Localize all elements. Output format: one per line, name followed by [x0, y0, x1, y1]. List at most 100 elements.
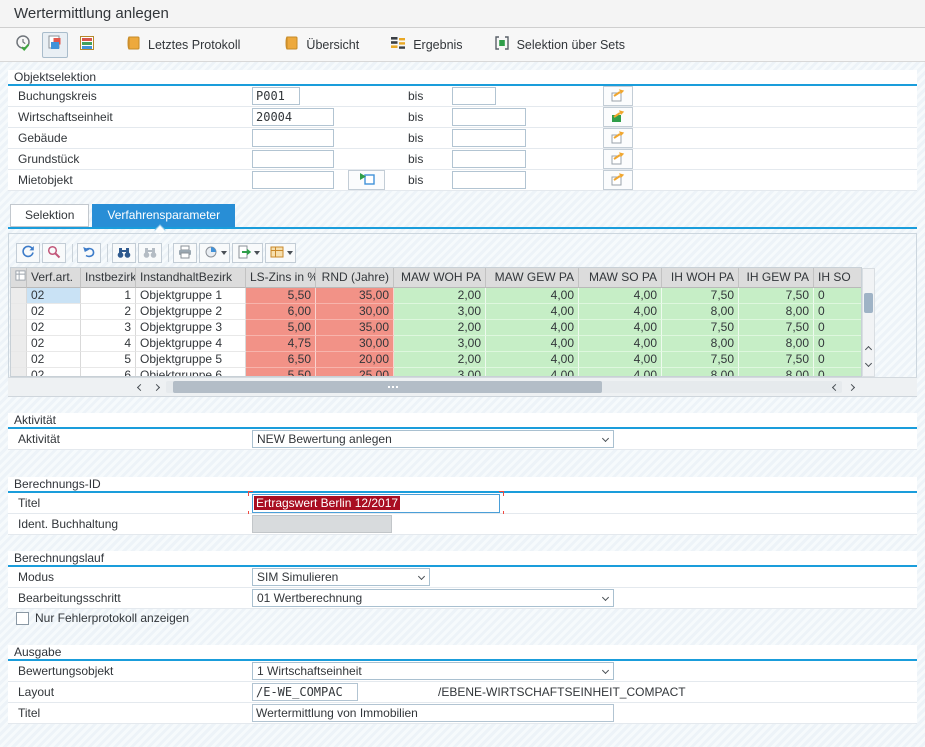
row-selector[interactable] [11, 336, 27, 352]
scroll-right-button[interactable] [149, 381, 163, 394]
cell[interactable]: 8,00 [662, 368, 739, 377]
cell[interactable]: 0 [814, 288, 862, 304]
column-header[interactable]: LS-Zins in % [246, 268, 316, 288]
column-header[interactable]: MAW GEW PA [486, 268, 579, 288]
scroll-right-button-secondary[interactable] [844, 381, 858, 394]
wirtschaftseinheit-bis-input[interactable] [452, 108, 526, 126]
column-header[interactable]: IH WOH PA [662, 268, 739, 288]
cell[interactable]: 4,00 [579, 352, 662, 368]
buchungskreis-input[interactable]: P001 [252, 87, 300, 105]
cell[interactable]: 5,50 [246, 368, 316, 377]
buchungskreis-bis-input[interactable] [452, 87, 496, 105]
nur-fehlerprotokoll-checkbox[interactable] [16, 612, 29, 625]
table-vertical-scrollbar[interactable] [862, 268, 875, 377]
layout-menu-button[interactable] [265, 243, 296, 263]
cell[interactable]: 7,50 [739, 320, 814, 336]
table-row[interactable]: 02 2 Objektgruppe 2 6,00 30,00 3,00 4,00… [11, 304, 861, 320]
cell[interactable]: 4,00 [579, 336, 662, 352]
mietobjekt-multiselect-button[interactable] [603, 170, 633, 190]
column-header[interactable]: MAW SO PA [579, 268, 662, 288]
cell[interactable]: 7,50 [739, 288, 814, 304]
get-variant-button[interactable] [42, 32, 68, 58]
cell[interactable]: 0 [814, 320, 862, 336]
letztes-protokoll-button[interactable]: Letztes Protokoll [118, 32, 246, 58]
cell[interactable]: 7,50 [662, 288, 739, 304]
cell[interactable]: Objektgruppe 5 [136, 352, 246, 368]
tab-verfahrensparameter[interactable]: Verfahrensparameter [92, 204, 235, 227]
ausgabe-titel-input[interactable]: Wertermittlung von Immobilien [252, 704, 614, 722]
cell[interactable]: 20,00 [316, 352, 394, 368]
row-selector[interactable] [11, 320, 27, 336]
cell[interactable]: 02 [27, 288, 81, 304]
horizontal-scrollbar-thumb[interactable] [173, 381, 602, 393]
cell[interactable]: 7,50 [739, 352, 814, 368]
views-menu-button[interactable] [199, 243, 230, 263]
gebaeude-multiselect-button[interactable] [603, 128, 633, 148]
cell[interactable]: 1 [81, 288, 136, 304]
bearbeitungsschritt-select[interactable]: 01 Wertberechnung [252, 589, 614, 607]
cell[interactable]: 6 [81, 368, 136, 377]
column-header[interactable]: IH GEW PA [739, 268, 814, 288]
row-selector[interactable] [11, 368, 27, 377]
find-button[interactable] [112, 243, 136, 263]
column-header[interactable]: IH SO [814, 268, 862, 288]
modus-select[interactable]: SIM Simulieren [252, 568, 430, 586]
scroll-up-button[interactable] [863, 343, 874, 355]
cell[interactable]: 4,75 [246, 336, 316, 352]
tab-selektion[interactable]: Selektion [10, 204, 89, 227]
cell[interactable]: 5,50 [246, 288, 316, 304]
table-row[interactable]: 02 1 Objektgruppe 1 5,50 35,00 2,00 4,00… [11, 288, 861, 304]
cell[interactable]: 3,00 [394, 368, 486, 377]
uebersicht-button[interactable]: Übersicht [276, 32, 365, 58]
find-next-button[interactable] [138, 243, 162, 263]
cell[interactable]: 02 [27, 336, 81, 352]
cell[interactable]: 4,00 [486, 304, 579, 320]
column-header[interactable]: InstandhaltBezirk [136, 268, 246, 288]
cell[interactable]: 4,00 [486, 288, 579, 304]
scroll-left-button-secondary[interactable] [828, 381, 842, 394]
mietobjekt-copy-button[interactable] [348, 170, 385, 190]
cell[interactable]: 4,00 [579, 288, 662, 304]
gebaeude-bis-input[interactable] [452, 129, 526, 147]
vertical-scrollbar-thumb[interactable] [864, 293, 873, 313]
wirtschaftseinheit-input[interactable]: 20004 [252, 108, 334, 126]
wirtschaftseinheit-multiselect-button-active[interactable] [603, 107, 633, 127]
column-header[interactable]: MAW WOH PA [394, 268, 486, 288]
grundstueck-input[interactable] [252, 150, 334, 168]
cell[interactable]: 25,00 [316, 368, 394, 377]
row-selector[interactable] [11, 288, 27, 304]
bewertungsobjekt-select[interactable]: 1 Wirtschaftseinheit [252, 662, 614, 680]
cell[interactable]: Objektgruppe 1 [136, 288, 246, 304]
cell[interactable]: 7,50 [662, 320, 739, 336]
cell[interactable]: 3,00 [394, 336, 486, 352]
cell[interactable]: 8,00 [739, 368, 814, 377]
cell[interactable]: 5 [81, 352, 136, 368]
cell[interactable]: 0 [814, 368, 862, 377]
cell[interactable]: 02 [27, 368, 81, 377]
cell[interactable]: 8,00 [662, 336, 739, 352]
cell[interactable]: 2,00 [394, 288, 486, 304]
cell[interactable]: 2,00 [394, 320, 486, 336]
column-header[interactable]: Instbezirk [81, 268, 136, 288]
grundstueck-multiselect-button[interactable] [603, 149, 633, 169]
row-selector[interactable] [11, 352, 27, 368]
cell[interactable]: Objektgruppe 6 [136, 368, 246, 377]
select-all-header[interactable] [11, 268, 27, 288]
buchungskreis-multiselect-button[interactable] [603, 86, 633, 106]
grundstueck-bis-input[interactable] [452, 150, 526, 168]
cell[interactable]: 35,00 [316, 320, 394, 336]
export-menu-button[interactable] [232, 243, 263, 263]
cell[interactable]: 2,00 [394, 352, 486, 368]
gebaeude-input[interactable] [252, 129, 334, 147]
column-header[interactable]: Verf.art. [27, 268, 81, 288]
layout-input[interactable]: /E-WE_COMPAC [252, 683, 358, 701]
row-selector[interactable] [11, 304, 27, 320]
cell[interactable]: 02 [27, 352, 81, 368]
cell[interactable]: 4,00 [579, 368, 662, 377]
cell[interactable]: 2 [81, 304, 136, 320]
table-row[interactable]: 02 6 Objektgruppe 6 5,50 25,00 3,00 4,00… [11, 368, 861, 377]
column-header[interactable]: RND (Jahre) [316, 268, 394, 288]
mietobjekt-bis-input[interactable] [452, 171, 526, 189]
cell[interactable]: 4,00 [579, 304, 662, 320]
cell[interactable]: 02 [27, 304, 81, 320]
